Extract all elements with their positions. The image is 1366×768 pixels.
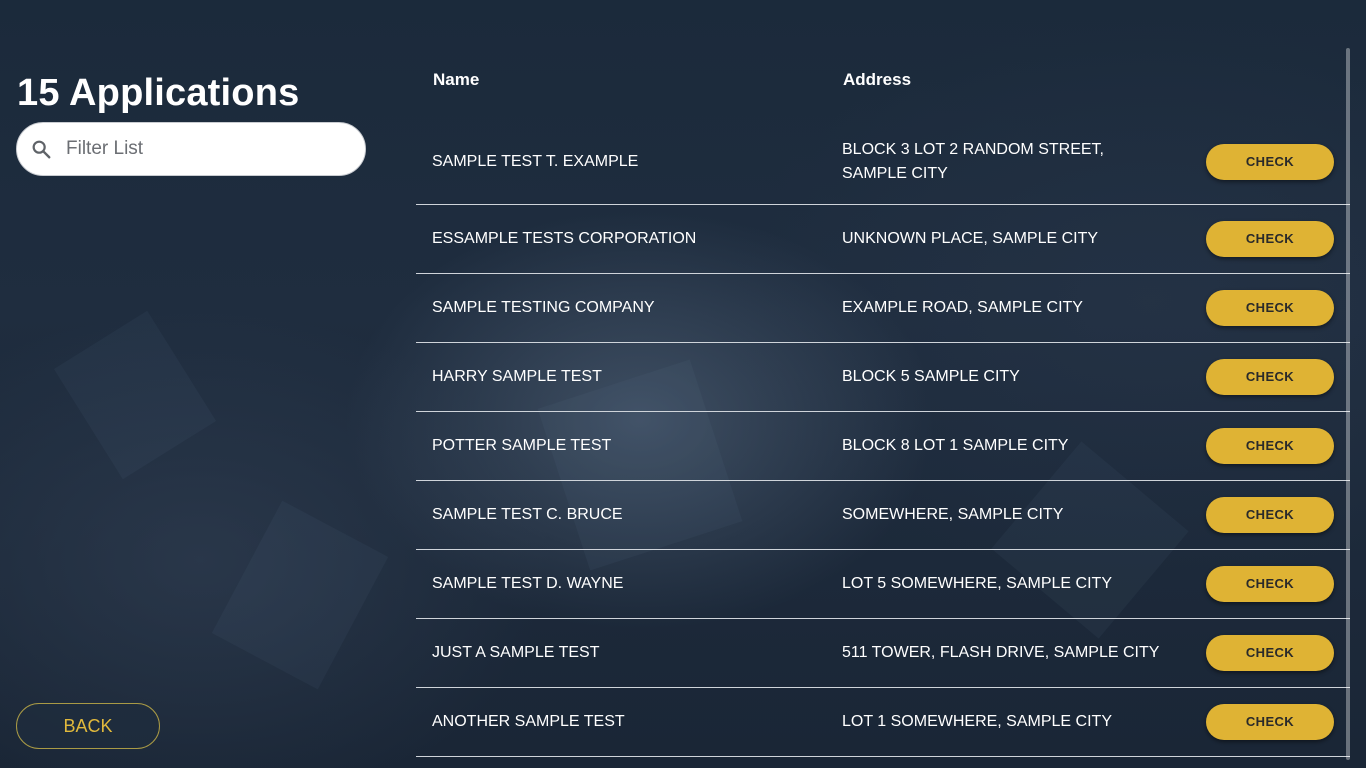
table-row: POTTER SAMPLE TEST BLOCK 8 LOT 1 SAMPLE C… xyxy=(416,412,1350,481)
column-header-address: Address xyxy=(843,70,912,89)
check-button[interactable]: CHECK xyxy=(1206,359,1334,395)
applicant-name: JUST A SAMPLE TEST xyxy=(432,644,600,661)
applicant-name: SAMPLE TEST D. WAYNE xyxy=(432,575,624,592)
applicant-name: ANOTHER SAMPLE TEST xyxy=(432,713,625,730)
check-button[interactable]: CHECK xyxy=(1206,566,1334,602)
table-row: ESSAMPLE TESTS CORPORATION UNKNOWN PLACE,… xyxy=(416,205,1350,274)
table-row: SAMPLE TESTING COMPANY EXAMPLE ROAD, SAMP… xyxy=(416,274,1350,343)
background-shape xyxy=(53,310,217,480)
table-body: SAMPLE TEST T. EXAMPLE BLOCK 3 LOT 2 RAND… xyxy=(416,120,1350,757)
table-row: SAMPLE TEST D. WAYNE LOT 5 SOMEWHERE, SAM… xyxy=(416,550,1350,619)
table-row: JUST A SAMPLE TEST 511 TOWER, FLASH DRIVE… xyxy=(416,619,1350,688)
applicant-address: BLOCK 8 LOT 1 SAMPLE CITY xyxy=(842,437,1069,454)
search-icon xyxy=(32,140,51,159)
applicant-name: SAMPLE TEST C. BRUCE xyxy=(432,506,623,523)
check-button[interactable]: CHECK xyxy=(1206,428,1334,464)
filter-field[interactable] xyxy=(16,122,366,176)
applications-table: Name Address SAMPLE TEST T. EXAMPLE BLOCK… xyxy=(416,40,1350,768)
applicant-address: UNKNOWN PLACE, SAMPLE CITY xyxy=(842,230,1099,247)
table-header: Name Address xyxy=(416,40,1350,120)
applicant-address: BLOCK 3 LOT 2 RANDOM STREET, SAMPLE CITY xyxy=(842,141,1104,182)
applicant-name: POTTER SAMPLE TEST xyxy=(432,437,612,454)
check-button[interactable]: CHECK xyxy=(1206,290,1334,326)
table-row: ANOTHER SAMPLE TEST LOT 1 SOMEWHERE, SAMP… xyxy=(416,688,1350,757)
applicant-address: 511 TOWER, FLASH DRIVE, SAMPLE CITY xyxy=(842,644,1160,661)
applicant-address: LOT 1 SOMEWHERE, SAMPLE CITY xyxy=(842,713,1112,730)
table-row: SAMPLE TEST T. EXAMPLE BLOCK 3 LOT 2 RAND… xyxy=(416,120,1350,205)
applicant-address: BLOCK 5 SAMPLE CITY xyxy=(842,368,1020,385)
applicant-name: HARRY SAMPLE TEST xyxy=(432,368,602,385)
table-row: SAMPLE TEST C. BRUCE SOMEWHERE, SAMPLE CI… xyxy=(416,481,1350,550)
check-button[interactable]: CHECK xyxy=(1206,144,1334,180)
page-title: 15 Applications xyxy=(17,72,300,114)
applicant-name: SAMPLE TEST T. EXAMPLE xyxy=(432,153,639,170)
filter-input[interactable] xyxy=(64,137,338,161)
check-button[interactable]: CHECK xyxy=(1206,497,1334,533)
applicant-address: LOT 5 SOMEWHERE, SAMPLE CITY xyxy=(842,575,1112,592)
applicant-address: EXAMPLE ROAD, SAMPLE CITY xyxy=(842,299,1083,316)
background-shape xyxy=(211,500,389,690)
check-button[interactable]: CHECK xyxy=(1206,221,1334,257)
column-header-name: Name xyxy=(433,70,480,89)
check-button[interactable]: CHECK xyxy=(1206,704,1334,740)
table-row: HARRY SAMPLE TEST BLOCK 5 SAMPLE CITY CHEC… xyxy=(416,343,1350,412)
applicant-name: SAMPLE TESTING COMPANY xyxy=(432,299,655,316)
applicant-address: SOMEWHERE, SAMPLE CITY xyxy=(842,506,1064,523)
scrollbar[interactable] xyxy=(1346,48,1350,760)
check-button[interactable]: CHECK xyxy=(1206,635,1334,671)
back-button[interactable]: BACK xyxy=(16,703,160,749)
applicant-name: ESSAMPLE TESTS CORPORATION xyxy=(432,230,697,247)
